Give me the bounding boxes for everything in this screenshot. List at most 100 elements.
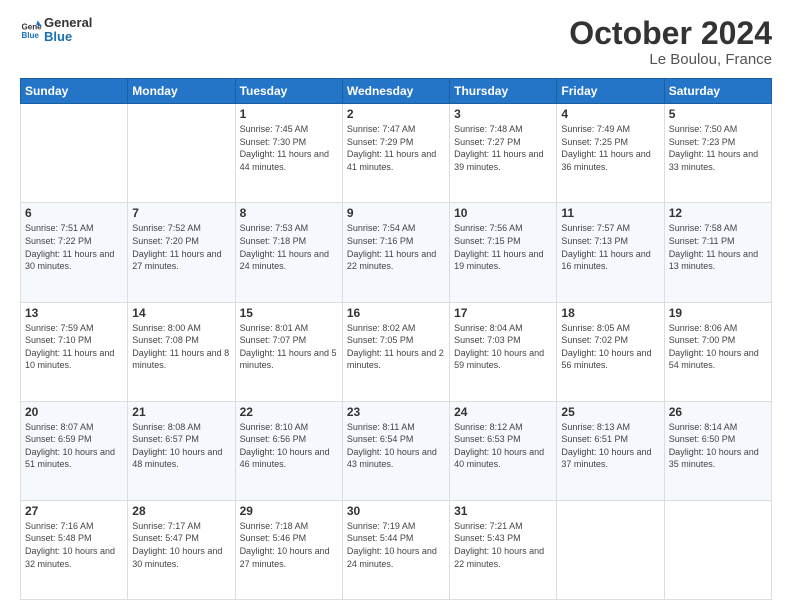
calendar-cell — [21, 104, 128, 203]
calendar-cell: 5 Sunrise: 7:50 AMSunset: 7:23 PMDaylight… — [664, 104, 771, 203]
day-number: 1 — [240, 107, 338, 121]
day-info: Sunrise: 7:49 AMSunset: 7:25 PMDaylight:… — [561, 123, 659, 173]
calendar-cell: 21 Sunrise: 8:08 AMSunset: 6:57 PMDayligh… — [128, 401, 235, 500]
calendar-cell — [664, 500, 771, 599]
day-number: 11 — [561, 206, 659, 220]
calendar-cell: 14 Sunrise: 8:00 AMSunset: 7:08 PMDayligh… — [128, 302, 235, 401]
day-info: Sunrise: 8:12 AMSunset: 6:53 PMDaylight:… — [454, 421, 552, 471]
day-info: Sunrise: 8:04 AMSunset: 7:03 PMDaylight:… — [454, 322, 552, 372]
day-number: 24 — [454, 405, 552, 419]
day-number: 8 — [240, 206, 338, 220]
logo-line1: General — [44, 16, 92, 30]
calendar-cell: 7 Sunrise: 7:52 AMSunset: 7:20 PMDaylight… — [128, 203, 235, 302]
day-number: 28 — [132, 504, 230, 518]
day-info: Sunrise: 8:14 AMSunset: 6:50 PMDaylight:… — [669, 421, 767, 471]
calendar-cell — [128, 104, 235, 203]
header: General Blue General Blue October 2024 L… — [20, 16, 772, 68]
day-info: Sunrise: 7:54 AMSunset: 7:16 PMDaylight:… — [347, 222, 445, 272]
day-info: Sunrise: 7:21 AMSunset: 5:43 PMDaylight:… — [454, 520, 552, 570]
calendar-cell: 11 Sunrise: 7:57 AMSunset: 7:13 PMDayligh… — [557, 203, 664, 302]
weekday-header-thursday: Thursday — [450, 79, 557, 104]
weekday-header-monday: Monday — [128, 79, 235, 104]
logo: General Blue General Blue — [20, 16, 92, 45]
week-row-2: 6 Sunrise: 7:51 AMSunset: 7:22 PMDaylight… — [21, 203, 772, 302]
day-info: Sunrise: 8:00 AMSunset: 7:08 PMDaylight:… — [132, 322, 230, 372]
day-info: Sunrise: 8:01 AMSunset: 7:07 PMDaylight:… — [240, 322, 338, 372]
day-number: 10 — [454, 206, 552, 220]
day-info: Sunrise: 7:19 AMSunset: 5:44 PMDaylight:… — [347, 520, 445, 570]
day-info: Sunrise: 8:11 AMSunset: 6:54 PMDaylight:… — [347, 421, 445, 471]
day-number: 30 — [347, 504, 445, 518]
day-number: 18 — [561, 306, 659, 320]
calendar-subtitle: Le Boulou, France — [569, 51, 772, 68]
day-number: 7 — [132, 206, 230, 220]
calendar-cell: 26Sunrise: 8:14 AMSunset: 6:50 PMDayligh… — [664, 401, 771, 500]
week-row-3: 13 Sunrise: 7:59 AMSunset: 7:10 PMDayligh… — [21, 302, 772, 401]
calendar-cell: 24 Sunrise: 8:12 AMSunset: 6:53 PMDayligh… — [450, 401, 557, 500]
weekday-header-friday: Friday — [557, 79, 664, 104]
day-number: 5 — [669, 107, 767, 121]
calendar-cell: 19Sunrise: 8:06 AMSunset: 7:00 PMDayligh… — [664, 302, 771, 401]
day-info: Sunrise: 7:53 AMSunset: 7:18 PMDaylight:… — [240, 222, 338, 272]
calendar-cell: 17 Sunrise: 8:04 AMSunset: 7:03 PMDayligh… — [450, 302, 557, 401]
calendar-cell: 29 Sunrise: 7:18 AMSunset: 5:46 PMDayligh… — [235, 500, 342, 599]
day-number: 2 — [347, 107, 445, 121]
day-info: Sunrise: 7:52 AMSunset: 7:20 PMDaylight:… — [132, 222, 230, 272]
day-number: 22 — [240, 405, 338, 419]
day-number: 13 — [25, 306, 123, 320]
day-number: 14 — [132, 306, 230, 320]
day-info: Sunrise: 7:47 AMSunset: 7:29 PMDaylight:… — [347, 123, 445, 173]
day-info: Sunrise: 8:07 AMSunset: 6:59 PMDaylight:… — [25, 421, 123, 471]
day-info: Sunrise: 7:18 AMSunset: 5:46 PMDaylight:… — [240, 520, 338, 570]
title-block: October 2024 Le Boulou, France — [569, 16, 772, 68]
day-number: 25 — [561, 405, 659, 419]
calendar-cell: 22 Sunrise: 8:10 AMSunset: 6:56 PMDayligh… — [235, 401, 342, 500]
calendar-cell: 4 Sunrise: 7:49 AMSunset: 7:25 PMDaylight… — [557, 104, 664, 203]
weekday-header-wednesday: Wednesday — [342, 79, 449, 104]
weekday-header-row: SundayMondayTuesdayWednesdayThursdayFrid… — [21, 79, 772, 104]
day-info: Sunrise: 8:05 AMSunset: 7:02 PMDaylight:… — [561, 322, 659, 372]
day-number: 19 — [669, 306, 767, 320]
page: General Blue General Blue October 2024 L… — [0, 0, 792, 612]
calendar-cell: 8 Sunrise: 7:53 AMSunset: 7:18 PMDaylight… — [235, 203, 342, 302]
week-row-1: 1 Sunrise: 7:45 AMSunset: 7:30 PMDaylight… — [21, 104, 772, 203]
day-number: 20 — [25, 405, 123, 419]
calendar-cell: 13 Sunrise: 7:59 AMSunset: 7:10 PMDayligh… — [21, 302, 128, 401]
day-number: 15 — [240, 306, 338, 320]
calendar-cell: 25 Sunrise: 8:13 AMSunset: 6:51 PMDayligh… — [557, 401, 664, 500]
logo-line2: Blue — [44, 30, 92, 44]
weekday-header-sunday: Sunday — [21, 79, 128, 104]
day-number: 4 — [561, 107, 659, 121]
day-number: 27 — [25, 504, 123, 518]
day-info: Sunrise: 8:10 AMSunset: 6:56 PMDaylight:… — [240, 421, 338, 471]
day-info: Sunrise: 7:57 AMSunset: 7:13 PMDaylight:… — [561, 222, 659, 272]
svg-text:Blue: Blue — [21, 31, 39, 40]
calendar-cell: 27 Sunrise: 7:16 AMSunset: 5:48 PMDayligh… — [21, 500, 128, 599]
week-row-4: 20 Sunrise: 8:07 AMSunset: 6:59 PMDayligh… — [21, 401, 772, 500]
calendar-cell: 31Sunrise: 7:21 AMSunset: 5:43 PMDayligh… — [450, 500, 557, 599]
day-info: Sunrise: 8:08 AMSunset: 6:57 PMDaylight:… — [132, 421, 230, 471]
day-info: Sunrise: 7:16 AMSunset: 5:48 PMDaylight:… — [25, 520, 123, 570]
day-info: Sunrise: 7:17 AMSunset: 5:47 PMDaylight:… — [132, 520, 230, 570]
calendar-cell: 16 Sunrise: 8:02 AMSunset: 7:05 PMDayligh… — [342, 302, 449, 401]
day-info: Sunrise: 8:02 AMSunset: 7:05 PMDaylight:… — [347, 322, 445, 372]
calendar-cell: 18 Sunrise: 8:05 AMSunset: 7:02 PMDayligh… — [557, 302, 664, 401]
day-number: 3 — [454, 107, 552, 121]
day-number: 17 — [454, 306, 552, 320]
day-number: 16 — [347, 306, 445, 320]
weekday-header-saturday: Saturday — [664, 79, 771, 104]
day-info: Sunrise: 7:50 AMSunset: 7:23 PMDaylight:… — [669, 123, 767, 173]
week-row-5: 27 Sunrise: 7:16 AMSunset: 5:48 PMDayligh… — [21, 500, 772, 599]
day-number: 21 — [132, 405, 230, 419]
calendar-cell: 20 Sunrise: 8:07 AMSunset: 6:59 PMDayligh… — [21, 401, 128, 500]
day-info: Sunrise: 7:51 AMSunset: 7:22 PMDaylight:… — [25, 222, 123, 272]
calendar-cell — [557, 500, 664, 599]
day-info: Sunrise: 7:59 AMSunset: 7:10 PMDaylight:… — [25, 322, 123, 372]
day-info: Sunrise: 7:45 AMSunset: 7:30 PMDaylight:… — [240, 123, 338, 173]
day-number: 12 — [669, 206, 767, 220]
calendar-title: October 2024 — [569, 16, 772, 51]
calendar-cell: 30 Sunrise: 7:19 AMSunset: 5:44 PMDayligh… — [342, 500, 449, 599]
day-number: 29 — [240, 504, 338, 518]
day-info: Sunrise: 8:13 AMSunset: 6:51 PMDaylight:… — [561, 421, 659, 471]
day-number: 6 — [25, 206, 123, 220]
